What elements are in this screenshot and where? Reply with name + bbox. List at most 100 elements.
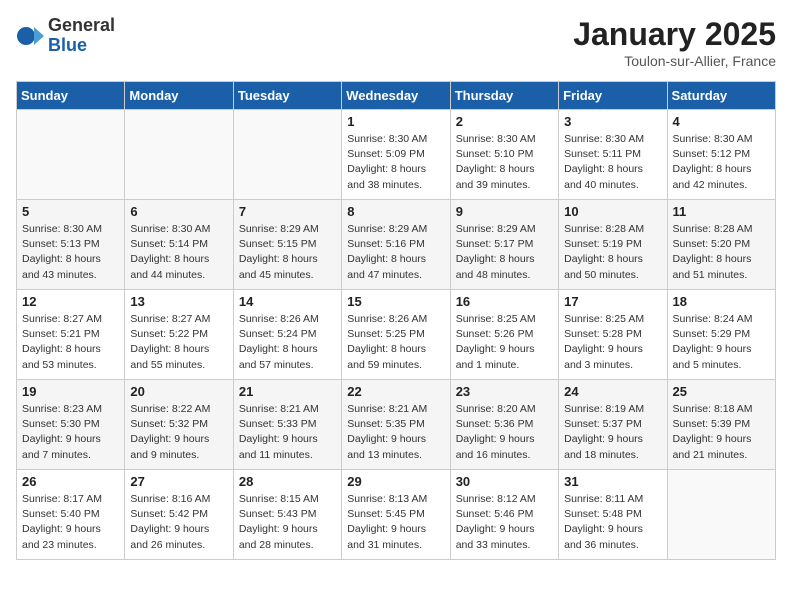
calendar-cell: 10Sunrise: 8:28 AM Sunset: 5:19 PM Dayli…: [559, 200, 667, 290]
day-info: Sunrise: 8:16 AM Sunset: 5:42 PM Dayligh…: [130, 492, 227, 553]
weekday-header-wednesday: Wednesday: [342, 82, 450, 110]
day-info: Sunrise: 8:27 AM Sunset: 5:21 PM Dayligh…: [22, 312, 119, 373]
weekday-header-thursday: Thursday: [450, 82, 558, 110]
day-number: 18: [673, 294, 770, 309]
logo-general-text: General: [48, 16, 115, 36]
calendar-cell: 31 Sunrise: 8:11 AM Sunset: 5:48 PM Dayli…: [559, 470, 667, 560]
day-info: Sunrise: 8:18 AM Sunset: 5:39 PM Dayligh…: [673, 402, 770, 463]
calendar-cell: 18 Sunrise: 8:24 AM Sunset: 5:29 PM Dayli…: [667, 290, 775, 380]
day-info: Sunrise: 8:25 AM Sunset: 5:28 PM Dayligh…: [564, 312, 661, 373]
day-info: Sunrise: 8:24 AM Sunset: 5:29 PM Dayligh…: [673, 312, 770, 373]
day-info: Sunrise: 8:12 AM Sunset: 5:46 PM Dayligh…: [456, 492, 553, 553]
calendar-cell: 3Sunrise: 8:30 AM Sunset: 5:11 PM Daylig…: [559, 110, 667, 200]
day-number: 17: [564, 294, 661, 309]
week-row-4: 19 Sunrise: 8:23 AM Sunset: 5:30 PM Dayli…: [17, 380, 776, 470]
weekday-header-tuesday: Tuesday: [233, 82, 341, 110]
day-number: 15: [347, 294, 444, 309]
calendar-cell: [233, 110, 341, 200]
day-info: Sunrise: 8:29 AM Sunset: 5:15 PM Dayligh…: [239, 222, 336, 283]
location: Toulon-sur-Allier, France: [573, 53, 776, 69]
weekday-header-friday: Friday: [559, 82, 667, 110]
day-info: Sunrise: 8:26 AM Sunset: 5:24 PM Dayligh…: [239, 312, 336, 373]
day-number: 21: [239, 384, 336, 399]
calendar-cell: 30 Sunrise: 8:12 AM Sunset: 5:46 PM Dayli…: [450, 470, 558, 560]
calendar-cell: [17, 110, 125, 200]
day-number: 3: [564, 114, 661, 129]
day-number: 28: [239, 474, 336, 489]
day-number: 1: [347, 114, 444, 129]
calendar-cell: 25 Sunrise: 8:18 AM Sunset: 5:39 PM Dayli…: [667, 380, 775, 470]
calendar-cell: 5 Sunrise: 8:30 AM Sunset: 5:13 PM Daylig…: [17, 200, 125, 290]
weekday-header-row: SundayMondayTuesdayWednesdayThursdayFrid…: [17, 82, 776, 110]
calendar-cell: 16 Sunrise: 8:25 AM Sunset: 5:26 PM Dayli…: [450, 290, 558, 380]
logo: General Blue: [16, 16, 115, 56]
calendar-cell: [667, 470, 775, 560]
calendar-cell: 28Sunrise: 8:15 AM Sunset: 5:43 PM Dayli…: [233, 470, 341, 560]
calendar-cell: 4Sunrise: 8:30 AM Sunset: 5:12 PM Daylig…: [667, 110, 775, 200]
page-header: General Blue January 2025 Toulon-sur-All…: [16, 16, 776, 69]
day-number: 31: [564, 474, 661, 489]
calendar-cell: 15 Sunrise: 8:26 AM Sunset: 5:25 PM Dayli…: [342, 290, 450, 380]
day-number: 25: [673, 384, 770, 399]
day-info: Sunrise: 8:20 AM Sunset: 5:36 PM Dayligh…: [456, 402, 553, 463]
day-info: Sunrise: 8:27 AM Sunset: 5:22 PM Dayligh…: [130, 312, 227, 373]
calendar-cell: 13 Sunrise: 8:27 AM Sunset: 5:22 PM Dayli…: [125, 290, 233, 380]
calendar-cell: 6 Sunrise: 8:30 AM Sunset: 5:14 PM Daylig…: [125, 200, 233, 290]
calendar-cell: 9Sunrise: 8:29 AM Sunset: 5:17 PM Daylig…: [450, 200, 558, 290]
weekday-header-monday: Monday: [125, 82, 233, 110]
day-info: Sunrise: 8:25 AM Sunset: 5:26 PM Dayligh…: [456, 312, 553, 373]
calendar-cell: 29Sunrise: 8:13 AM Sunset: 5:45 PM Dayli…: [342, 470, 450, 560]
calendar-cell: 23Sunrise: 8:20 AM Sunset: 5:36 PM Dayli…: [450, 380, 558, 470]
calendar-cell: [125, 110, 233, 200]
day-info: Sunrise: 8:13 AM Sunset: 5:45 PM Dayligh…: [347, 492, 444, 553]
week-row-5: 26Sunrise: 8:17 AM Sunset: 5:40 PM Dayli…: [17, 470, 776, 560]
day-number: 14: [239, 294, 336, 309]
day-info: Sunrise: 8:11 AM Sunset: 5:48 PM Dayligh…: [564, 492, 661, 553]
calendar-cell: 27 Sunrise: 8:16 AM Sunset: 5:42 PM Dayli…: [125, 470, 233, 560]
calendar-cell: 8Sunrise: 8:29 AM Sunset: 5:16 PM Daylig…: [342, 200, 450, 290]
day-info: Sunrise: 8:21 AM Sunset: 5:33 PM Dayligh…: [239, 402, 336, 463]
day-info: Sunrise: 8:30 AM Sunset: 5:13 PM Dayligh…: [22, 222, 119, 283]
calendar-cell: 2Sunrise: 8:30 AM Sunset: 5:10 PM Daylig…: [450, 110, 558, 200]
day-info: Sunrise: 8:28 AM Sunset: 5:20 PM Dayligh…: [673, 222, 770, 283]
day-info: Sunrise: 8:22 AM Sunset: 5:32 PM Dayligh…: [130, 402, 227, 463]
day-info: Sunrise: 8:26 AM Sunset: 5:25 PM Dayligh…: [347, 312, 444, 373]
day-number: 30: [456, 474, 553, 489]
title-block: January 2025 Toulon-sur-Allier, France: [573, 16, 776, 69]
day-info: Sunrise: 8:30 AM Sunset: 5:10 PM Dayligh…: [456, 132, 553, 193]
logo-icon: [16, 22, 44, 50]
day-info: Sunrise: 8:23 AM Sunset: 5:30 PM Dayligh…: [22, 402, 119, 463]
calendar-cell: 12Sunrise: 8:27 AM Sunset: 5:21 PM Dayli…: [17, 290, 125, 380]
weekday-header-sunday: Sunday: [17, 82, 125, 110]
day-number: 19: [22, 384, 119, 399]
calendar-cell: 1 Sunrise: 8:30 AM Sunset: 5:09 PM Daylig…: [342, 110, 450, 200]
day-number: 16: [456, 294, 553, 309]
calendar-cell: 20 Sunrise: 8:22 AM Sunset: 5:32 PM Dayli…: [125, 380, 233, 470]
day-info: Sunrise: 8:30 AM Sunset: 5:14 PM Dayligh…: [130, 222, 227, 283]
day-number: 20: [130, 384, 227, 399]
day-number: 27: [130, 474, 227, 489]
calendar-cell: 24Sunrise: 8:19 AM Sunset: 5:37 PM Dayli…: [559, 380, 667, 470]
day-number: 5: [22, 204, 119, 219]
day-number: 4: [673, 114, 770, 129]
calendar-table: SundayMondayTuesdayWednesdayThursdayFrid…: [16, 81, 776, 560]
day-info: Sunrise: 8:28 AM Sunset: 5:19 PM Dayligh…: [564, 222, 661, 283]
week-row-3: 12Sunrise: 8:27 AM Sunset: 5:21 PM Dayli…: [17, 290, 776, 380]
calendar-cell: 22Sunrise: 8:21 AM Sunset: 5:35 PM Dayli…: [342, 380, 450, 470]
calendar-cell: 19 Sunrise: 8:23 AM Sunset: 5:30 PM Dayli…: [17, 380, 125, 470]
day-number: 6: [130, 204, 227, 219]
day-info: Sunrise: 8:21 AM Sunset: 5:35 PM Dayligh…: [347, 402, 444, 463]
day-number: 13: [130, 294, 227, 309]
day-number: 24: [564, 384, 661, 399]
day-info: Sunrise: 8:29 AM Sunset: 5:17 PM Dayligh…: [456, 222, 553, 283]
month-title: January 2025: [573, 16, 776, 53]
day-number: 8: [347, 204, 444, 219]
day-info: Sunrise: 8:30 AM Sunset: 5:09 PM Dayligh…: [347, 132, 444, 193]
logo-blue-text: Blue: [48, 36, 115, 56]
weekday-header-saturday: Saturday: [667, 82, 775, 110]
day-number: 7: [239, 204, 336, 219]
week-row-1: 1 Sunrise: 8:30 AM Sunset: 5:09 PM Daylig…: [17, 110, 776, 200]
calendar-cell: 7 Sunrise: 8:29 AM Sunset: 5:15 PM Daylig…: [233, 200, 341, 290]
week-row-2: 5 Sunrise: 8:30 AM Sunset: 5:13 PM Daylig…: [17, 200, 776, 290]
day-number: 26: [22, 474, 119, 489]
